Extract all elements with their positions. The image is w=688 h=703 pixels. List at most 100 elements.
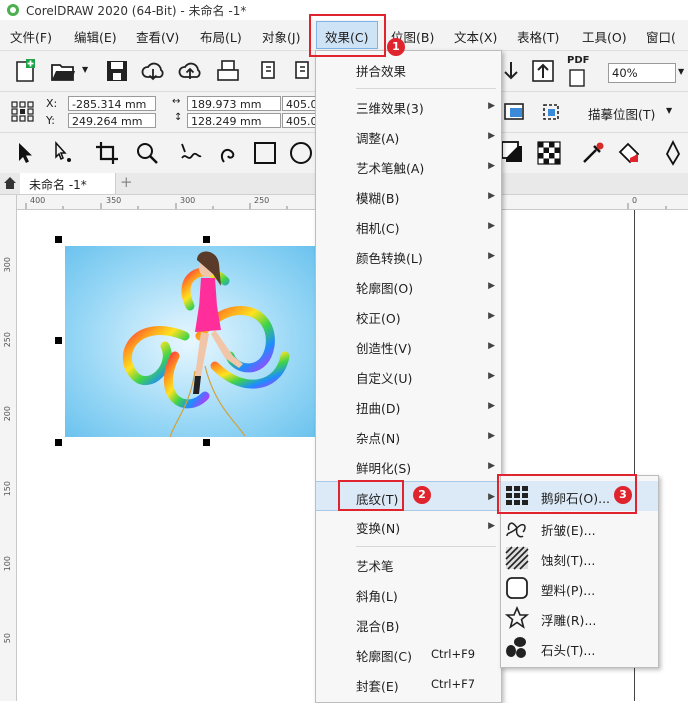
submenu-item-stone[interactable]: 石头(T)... bbox=[501, 633, 658, 663]
crumple-icon bbox=[506, 522, 526, 538]
menu-item-3d-effects[interactable]: 三维效果(3) ▶ bbox=[316, 91, 501, 121]
menu-item-distort[interactable]: 扭曲(D) ▶ bbox=[316, 391, 501, 421]
menu-separator bbox=[356, 546, 496, 547]
trace-bitmap-button[interactable]: 描摹位图(T) bbox=[588, 104, 655, 123]
menu-item-flatten-effects[interactable]: 拼合效果 bbox=[316, 54, 501, 84]
y-position-field[interactable]: 249.264 mm bbox=[68, 113, 156, 128]
menu-text[interactable]: 文本(X) bbox=[454, 27, 497, 46]
x-label: X: bbox=[46, 97, 58, 110]
x-position-field[interactable]: -285.314 mm bbox=[68, 96, 156, 111]
shadow-tool-icon[interactable] bbox=[500, 140, 526, 166]
submenu-item-crumple[interactable]: 折皱(E)... bbox=[501, 513, 658, 543]
effects-dropdown-menu: 拼合效果 三维效果(3) ▶ 调整(A) ▶ 艺术笔触(A) ▶ 模糊(B) ▶ 相机(… bbox=[315, 50, 502, 703]
height-field[interactable]: 128.249 mm bbox=[187, 113, 281, 128]
menu-item-art-strokes[interactable]: 艺术笔触(A) ▶ bbox=[316, 151, 501, 181]
open-dropdown-arrow-icon[interactable]: ▼ bbox=[82, 65, 88, 74]
selection-handle-bottom-left[interactable] bbox=[55, 439, 62, 446]
zoom-level-field[interactable]: 40% bbox=[608, 63, 676, 83]
window-title: CorelDRAW 2020 (64-Bit) - 未命名 -1* bbox=[26, 4, 247, 18]
submenu-arrow-icon: ▶ bbox=[488, 521, 495, 531]
publish-up-icon[interactable] bbox=[530, 58, 556, 84]
v-tick-50: 50 bbox=[3, 633, 12, 644]
menu-item-sharpen[interactable]: 鲜明化(S) ▶ bbox=[316, 451, 501, 481]
submenu-arrow-icon: ▶ bbox=[488, 311, 495, 321]
menu-item-blur[interactable]: 模糊(B) ▶ bbox=[316, 181, 501, 211]
annotation-badge-1: 1 bbox=[387, 38, 405, 56]
submenu-arrow-icon: ▶ bbox=[488, 281, 495, 291]
submenu-arrow-icon: ▶ bbox=[488, 161, 495, 171]
object-origin-icon[interactable] bbox=[10, 100, 36, 124]
menu-edit[interactable]: 编辑(E) bbox=[74, 27, 117, 46]
interactive-fill-icon[interactable] bbox=[616, 140, 642, 166]
save-icon[interactable] bbox=[104, 58, 130, 84]
rectangle-tool-icon[interactable] bbox=[252, 140, 278, 166]
publish-pdf-button[interactable]: PDF bbox=[566, 55, 594, 89]
menu-view[interactable]: 查看(V) bbox=[136, 27, 179, 46]
freehand-tool-icon[interactable] bbox=[178, 140, 204, 166]
v-tick-150: 150 bbox=[3, 481, 12, 497]
menu-item-transform[interactable]: 变换(N) ▶ bbox=[316, 511, 501, 541]
menu-layout[interactable]: 布局(L) bbox=[200, 27, 242, 46]
menu-item-color-transform[interactable]: 颜色转换(L) ▶ bbox=[316, 241, 501, 271]
selection-handle-top-left[interactable] bbox=[55, 236, 62, 243]
pick-tool-icon[interactable] bbox=[12, 140, 38, 166]
cloud-download-icon[interactable] bbox=[140, 58, 166, 84]
menu-item-bevel[interactable]: 斜角(L) bbox=[316, 579, 501, 609]
pen-tool-icon[interactable] bbox=[660, 140, 686, 166]
eyedropper-tool-icon[interactable] bbox=[580, 140, 606, 166]
menu-item-noise[interactable]: 杂点(N) ▶ bbox=[316, 421, 501, 451]
menu-item-envelope[interactable]: 封套(E) Ctrl+F7 bbox=[316, 669, 501, 699]
menu-item-contour[interactable]: 轮廓图(O) ▶ bbox=[316, 271, 501, 301]
submenu-item-relief[interactable]: 浮雕(R)... bbox=[501, 603, 658, 633]
menu-item-custom[interactable]: 自定义(U) ▶ bbox=[316, 361, 501, 391]
submenu-item-plastic[interactable]: 塑料(P)... bbox=[501, 573, 658, 603]
selection-handle-bottom-center[interactable] bbox=[203, 439, 210, 446]
menu-window[interactable]: 窗口( bbox=[646, 27, 676, 46]
zoom-dropdown-icon[interactable]: ▼ bbox=[678, 67, 684, 76]
menu-item-creative[interactable]: 创造性(V) ▶ bbox=[316, 331, 501, 361]
menu-tools[interactable]: 工具(O) bbox=[582, 27, 627, 46]
annotation-box-texture bbox=[338, 480, 404, 511]
menu-item-contour-effect[interactable]: 轮廓图(C) Ctrl+F9 bbox=[316, 639, 501, 669]
menu-item-artistic-media[interactable]: 艺术笔 bbox=[316, 549, 501, 579]
selection-handle-top-center[interactable] bbox=[203, 236, 210, 243]
selection-handle-middle-left[interactable] bbox=[55, 337, 62, 344]
width-icon: ↔ bbox=[172, 96, 181, 107]
pdf-doc-icon bbox=[569, 69, 585, 87]
open-folder-icon[interactable] bbox=[50, 58, 76, 84]
new-document-icon[interactable] bbox=[12, 58, 38, 84]
document-tab-label: 未命名 -1* bbox=[29, 178, 87, 192]
menu-item-correction[interactable]: 校正(O) ▶ bbox=[316, 301, 501, 331]
transparency-tool-icon[interactable] bbox=[536, 140, 562, 166]
menu-item-adjust[interactable]: 调整(A) ▶ bbox=[316, 121, 501, 151]
submenu-item-etch[interactable]: 蚀刻(T)... bbox=[501, 543, 658, 573]
width-field[interactable]: 189.973 mm bbox=[187, 96, 281, 111]
submenu-arrow-icon: ▶ bbox=[488, 492, 495, 502]
crop-tool-icon[interactable] bbox=[94, 140, 120, 166]
document-tab[interactable]: 未命名 -1* bbox=[20, 173, 116, 194]
trace-dropdown-icon[interactable]: ▼ bbox=[666, 106, 672, 115]
menu-table[interactable]: 表格(T) bbox=[517, 27, 559, 46]
shape-tool-icon[interactable] bbox=[50, 140, 76, 166]
relief-star-icon bbox=[505, 606, 529, 629]
menu-item-camera[interactable]: 相机(C) ▶ bbox=[316, 211, 501, 241]
ellipse-tool-icon[interactable] bbox=[288, 140, 314, 166]
import-icon[interactable] bbox=[258, 58, 284, 84]
selected-bitmap-image[interactable] bbox=[65, 246, 315, 437]
zoom-tool-icon[interactable] bbox=[134, 140, 160, 166]
home-icon[interactable] bbox=[3, 176, 17, 190]
print-icon[interactable] bbox=[215, 58, 241, 84]
menu-file[interactable]: 文件(F) bbox=[10, 27, 52, 46]
artistic-media-icon[interactable] bbox=[216, 140, 242, 166]
crop-bitmap-icon[interactable] bbox=[538, 99, 564, 125]
cloud-upload-icon[interactable] bbox=[177, 58, 203, 84]
menu-item-blend[interactable]: 混合(B) bbox=[316, 609, 501, 639]
add-tab-button[interactable]: + bbox=[120, 173, 133, 191]
scale-width-field[interactable]: 405.0 bbox=[282, 96, 316, 111]
submenu-arrow-icon: ▶ bbox=[488, 191, 495, 201]
vertical-ruler[interactable]: 300 250 200 150 100 50 bbox=[0, 195, 17, 701]
bitmap-adjust-icon[interactable] bbox=[502, 99, 528, 125]
scale-height-field[interactable]: 405.0 bbox=[282, 113, 316, 128]
annotation-badge-3: 3 bbox=[614, 486, 632, 504]
menu-object[interactable]: 对象(J) bbox=[262, 27, 300, 46]
